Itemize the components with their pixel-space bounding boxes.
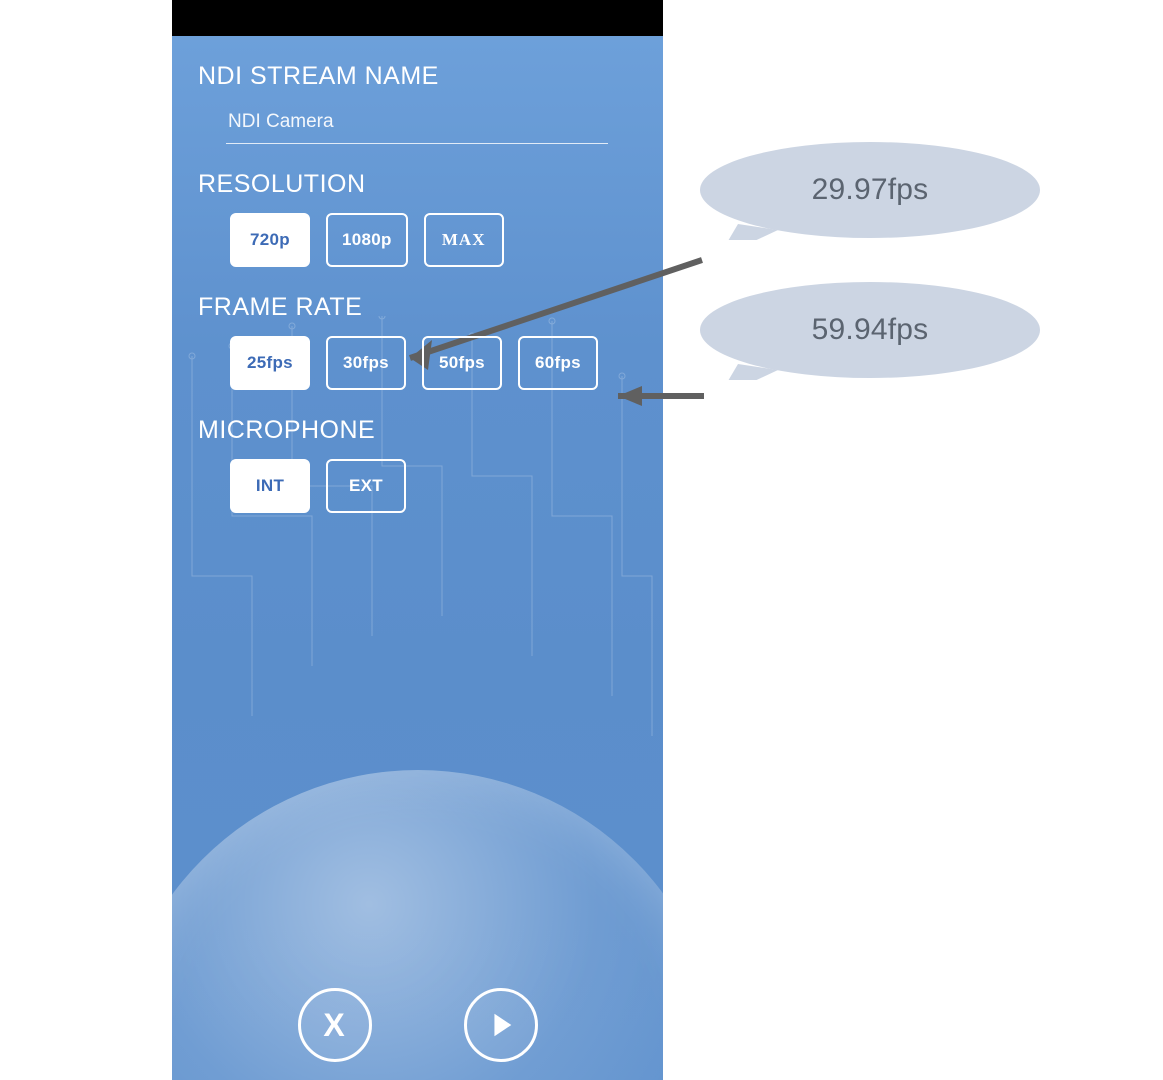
play-button[interactable]: [464, 988, 538, 1062]
frame-rate-options: 25fps 30fps 50fps 60fps: [230, 336, 637, 390]
annotation-text-5994: 59.94fps: [812, 313, 929, 347]
frame-rate-label: FRAME RATE: [198, 293, 637, 322]
resolution-option-720p[interactable]: 720p: [230, 213, 310, 267]
annotation-callout-5994: 59.94fps: [698, 280, 1042, 380]
stream-name-label: NDI STREAM NAME: [198, 62, 637, 91]
section-microphone: MICROPHONE INT EXT: [198, 416, 637, 513]
section-frame-rate: FRAME RATE 25fps 30fps 50fps 60fps: [198, 293, 637, 390]
microphone-option-ext[interactable]: EXT: [326, 459, 406, 513]
play-icon: [486, 1010, 516, 1040]
frame-rate-option-25fps[interactable]: 25fps: [230, 336, 310, 390]
section-stream-name: NDI STREAM NAME: [198, 62, 637, 144]
resolution-option-max[interactable]: MAX: [424, 213, 504, 267]
frame-rate-option-50fps[interactable]: 50fps: [422, 336, 502, 390]
frame-rate-option-30fps[interactable]: 30fps: [326, 336, 406, 390]
annotation-callout-2997: 29.97fps: [698, 140, 1042, 240]
resolution-option-1080p[interactable]: 1080p: [326, 213, 408, 267]
resolution-options: 720p 1080p MAX: [230, 213, 637, 267]
close-button[interactable]: X: [298, 988, 372, 1062]
close-icon: X: [323, 1007, 345, 1044]
stream-name-input[interactable]: [226, 105, 608, 144]
microphone-option-int[interactable]: INT: [230, 459, 310, 513]
phone-notch: [172, 0, 663, 36]
microphone-label: MICROPHONE: [198, 416, 637, 445]
frame-rate-option-60fps[interactable]: 60fps: [518, 336, 598, 390]
section-resolution: RESOLUTION 720p 1080p MAX: [198, 170, 637, 267]
microphone-options: INT EXT: [230, 459, 637, 513]
resolution-label: RESOLUTION: [198, 170, 637, 199]
bottom-controls: X: [172, 988, 663, 1062]
phone-frame: NDI STREAM NAME RESOLUTION 720p 1080p MA…: [172, 0, 663, 1080]
settings-screen: NDI STREAM NAME RESOLUTION 720p 1080p MA…: [172, 36, 663, 1080]
annotation-text-2997: 29.97fps: [812, 173, 929, 207]
